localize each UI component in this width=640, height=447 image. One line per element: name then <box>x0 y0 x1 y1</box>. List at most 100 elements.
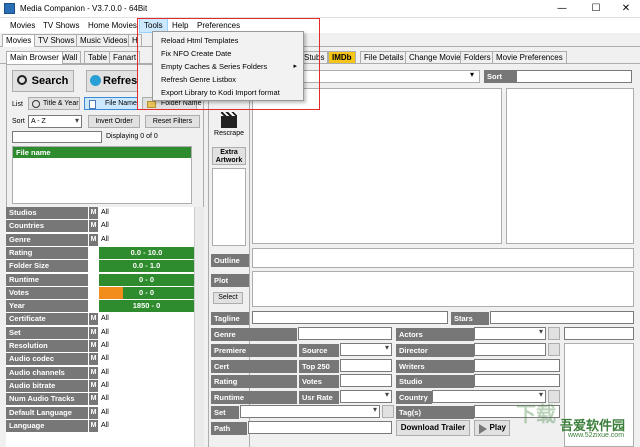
menu-empty-caches[interactable]: Empty Caches & Series Folders <box>161 62 267 71</box>
filter-value[interactable]: All <box>99 340 194 352</box>
source-label: Source <box>299 344 339 357</box>
list-file-name-button[interactable]: File Name <box>84 97 138 110</box>
actor-image-icon[interactable] <box>548 327 560 340</box>
tab-movies[interactable]: Movies <box>2 34 36 47</box>
genre-label: Genre <box>211 328 297 341</box>
filter-range-slider[interactable]: 1850 - 0 <box>99 300 194 313</box>
set-edit-icon[interactable] <box>382 405 394 418</box>
menu-tv-shows[interactable]: TV Shows <box>39 18 83 33</box>
tagline-field[interactable] <box>252 311 448 324</box>
watermark-url: www.52zixue.com <box>568 432 625 439</box>
extra-artwork-button[interactable]: Extra Artwork <box>212 147 246 165</box>
refresh-button[interactable]: Refresh <box>86 70 138 92</box>
filters-scrollbar[interactable] <box>194 207 204 447</box>
filter-value[interactable]: All <box>99 393 194 406</box>
filter-range-slider[interactable]: 0 - 0 <box>99 273 194 286</box>
studio-label: Studio <box>396 375 474 388</box>
filter-mode-toggle[interactable]: M <box>89 326 98 339</box>
path-field[interactable] <box>248 421 392 434</box>
studio-field[interactable] <box>474 374 560 387</box>
filter-value[interactable]: All <box>99 366 194 379</box>
filter-value[interactable]: All <box>99 419 194 432</box>
filter-value[interactable]: All <box>99 207 194 219</box>
set-select[interactable] <box>240 405 380 418</box>
filter-value[interactable]: All <box>99 233 194 246</box>
tools-dropdown: Reload Html Templates Fix NFO Create Dat… <box>152 31 304 101</box>
filter-row: Countries M All <box>6 220 194 233</box>
filter-mode-toggle[interactable]: M <box>89 220 98 233</box>
rescrape-label: Rescrape <box>214 130 244 137</box>
list-title-year-button[interactable]: Title & Year <box>28 97 80 110</box>
source-select[interactable] <box>340 343 392 356</box>
actors-select[interactable] <box>474 327 546 340</box>
actor-role-field[interactable] <box>564 327 634 340</box>
rescrape-tool[interactable]: Rescrape <box>214 112 244 140</box>
filter-value[interactable]: All <box>99 326 194 339</box>
filter-row: Audio codec M All <box>6 353 194 366</box>
filter-mode-toggle[interactable]: M <box>89 313 98 326</box>
genre-field[interactable] <box>298 327 392 340</box>
writers-label: Writers <box>396 360 474 373</box>
filter-mode-toggle[interactable]: M <box>89 233 98 246</box>
writers-field[interactable] <box>474 359 560 372</box>
director-label: Director <box>396 344 474 357</box>
menu-movies[interactable]: Movies <box>6 18 39 33</box>
extra-artwork-preview <box>212 168 246 246</box>
filter-mode-toggle[interactable]: M <box>89 353 98 366</box>
menu-refresh-genre-listbox[interactable]: Refresh Genre Listbox <box>161 75 236 84</box>
filter-input[interactable] <box>12 131 102 143</box>
poster-panel[interactable] <box>506 88 634 244</box>
menu-export-library-kodi[interactable]: Export Library to Kodi Import format <box>161 88 280 97</box>
menu-home-movies[interactable]: Home Movies <box>84 18 141 33</box>
filter-label: Votes <box>6 286 88 299</box>
play-button[interactable]: Play <box>474 420 510 436</box>
usr-rate-label: Usr Rate <box>299 391 339 404</box>
watermark-logo: 下载 <box>516 404 556 426</box>
path-label: Path <box>211 422 247 435</box>
search-button[interactable]: Search <box>12 70 74 92</box>
outline-field[interactable] <box>252 248 634 268</box>
download-trailer-button[interactable]: Download Trailer <box>396 420 470 436</box>
menu-fix-nfo-create-date[interactable]: Fix NFO Create Date <box>161 49 231 58</box>
subtab-main-browser[interactable]: Main Browser <box>6 51 63 64</box>
invert-order-button[interactable]: Invert Order <box>88 115 140 128</box>
filter-label: Year <box>6 300 88 313</box>
filter-mode-toggle[interactable]: M <box>89 419 98 432</box>
runtime-label: Runtime <box>211 391 297 404</box>
filter-value[interactable]: All <box>99 379 194 392</box>
fanart-panel[interactable] <box>252 88 502 244</box>
director-field[interactable] <box>474 343 546 356</box>
filter-range-slider[interactable]: 0.0 - 10.0 <box>99 246 194 259</box>
filter-mode-toggle[interactable]: M <box>89 393 98 406</box>
filter-mode-toggle[interactable]: M <box>89 406 98 419</box>
usr-rate-select[interactable] <box>340 390 392 403</box>
filter-range-slider[interactable]: 0 - 0 <box>99 286 194 299</box>
filter-mode-toggle[interactable]: M <box>89 379 98 392</box>
filter-range-slider[interactable]: 0.0 - 1.0 <box>99 260 194 273</box>
filter-label: Audio codec <box>6 353 88 366</box>
list-header-file-name[interactable]: File name <box>13 147 191 158</box>
maximize-button[interactable]: ☐ <box>582 0 610 18</box>
director-image-icon[interactable] <box>548 343 560 356</box>
minimize-button[interactable]: — <box>548 0 576 18</box>
filter-mode-toggle[interactable]: M <box>89 207 98 219</box>
filter-mode-toggle[interactable]: M <box>89 340 98 352</box>
stars-field[interactable] <box>490 311 634 324</box>
filter-value[interactable]: All <box>99 406 194 419</box>
sort-title-input[interactable] <box>516 70 632 83</box>
sort-select[interactable]: A - Z <box>28 115 82 128</box>
filter-value[interactable]: All <box>99 353 194 366</box>
close-button[interactable]: ✕ <box>612 0 640 18</box>
filter-mode-toggle[interactable]: M <box>89 366 98 379</box>
menu-reload-html-templates[interactable]: Reload Html Templates <box>161 36 238 45</box>
title-combo-arrow-icon: ▾ <box>470 70 475 79</box>
top250-field[interactable] <box>340 359 392 372</box>
plot-field[interactable] <box>252 271 634 307</box>
filter-value[interactable]: All <box>99 313 194 326</box>
filter-row: Set M All <box>6 326 194 339</box>
plot-select-button[interactable]: Select <box>213 292 243 304</box>
votes-field[interactable] <box>340 374 392 387</box>
reset-filters-button[interactable]: Reset Filters <box>145 115 200 128</box>
filter-value[interactable]: All <box>99 220 194 233</box>
actors-label: Actors <box>396 328 474 341</box>
